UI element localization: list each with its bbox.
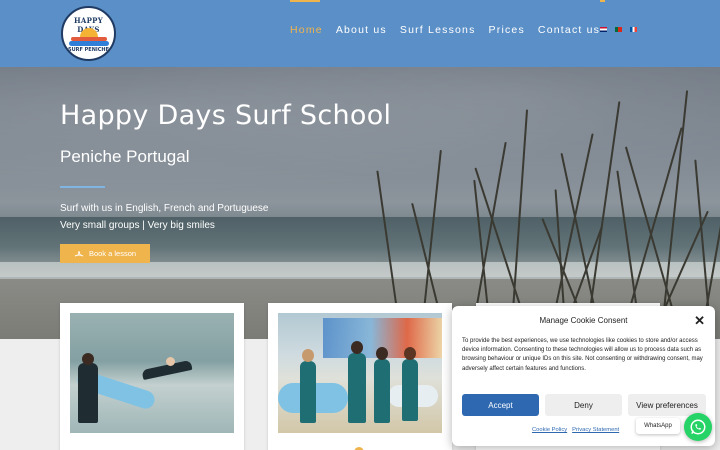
logo-bottom-text: SURF PENICHE (67, 47, 110, 53)
main-nav: Home About us Surf Lessons Prices Contac… (290, 24, 613, 36)
surfer-figure (302, 349, 314, 362)
nav-about-us[interactable]: About us (336, 24, 387, 36)
deny-button[interactable]: Deny (545, 394, 622, 416)
whatsapp-icon (690, 419, 706, 435)
surfer-figure (351, 341, 363, 354)
whatsapp-button[interactable] (684, 413, 712, 441)
site-logo[interactable]: HAPPY DAYS SURF PENICHE (61, 6, 116, 61)
surfer-figure (82, 353, 94, 365)
surfer-figure (374, 359, 390, 423)
gallery-card (268, 303, 452, 450)
site-header: HAPPY DAYS SURF PENICHE Home About us Su… (0, 0, 720, 67)
surfer-icon (74, 250, 84, 256)
nav-home[interactable]: Home (290, 24, 323, 36)
cookie-title: Manage Cookie Consent (539, 316, 628, 325)
language-switcher (600, 27, 637, 32)
surfer-figure (166, 357, 175, 366)
surfer-figure (404, 347, 416, 360)
book-lesson-label: Book a lesson (88, 249, 137, 258)
cookie-policy-link[interactable]: Cookie Policy (532, 427, 567, 433)
gallery-card (60, 303, 244, 450)
group-photo (278, 313, 442, 433)
hero-section: Happy Days Surf School Peniche Portugal … (0, 67, 720, 339)
flag-english-icon[interactable] (600, 27, 607, 32)
flag-french-icon[interactable] (630, 27, 637, 32)
hero-subtitle: Peniche Portugal (60, 147, 190, 166)
flag-portuguese-icon[interactable] (615, 27, 622, 32)
nav-active-indicator (290, 0, 320, 2)
book-lesson-button[interactable]: Book a lesson (60, 244, 150, 263)
nav-prices[interactable]: Prices (489, 24, 525, 36)
hero-title: Happy Days Surf School (60, 100, 392, 131)
surfer-figure (402, 359, 418, 421)
nav-contact-us[interactable]: Contact us (538, 24, 600, 36)
hero-divider (60, 186, 105, 188)
nav-surf-lessons[interactable]: Surf Lessons (400, 24, 476, 36)
cookie-description: To provide the best experiences, we use … (462, 338, 703, 372)
logo-wave-icon (69, 41, 109, 46)
surfer-figure (300, 361, 316, 423)
cookie-links: Cookie Policy Privacy Statement (532, 427, 619, 433)
privacy-statement-link[interactable]: Privacy Statement (572, 427, 619, 433)
surfer-figure (348, 353, 366, 423)
surfer-figure (376, 347, 388, 360)
surf-lesson-photo (70, 313, 234, 433)
hero-tagline-groups: Very small groups | Very big smiles (60, 220, 215, 231)
close-icon[interactable]: ✕ (694, 313, 705, 329)
hero-sky (0, 67, 720, 207)
hero-tagline-languages: Surf with us in English, French and Port… (60, 203, 269, 214)
nav-active-indicator (600, 0, 605, 2)
accept-button[interactable]: Accept (462, 394, 539, 416)
surfer-figure (78, 363, 98, 423)
whatsapp-label[interactable]: WhatsApp (636, 418, 680, 434)
